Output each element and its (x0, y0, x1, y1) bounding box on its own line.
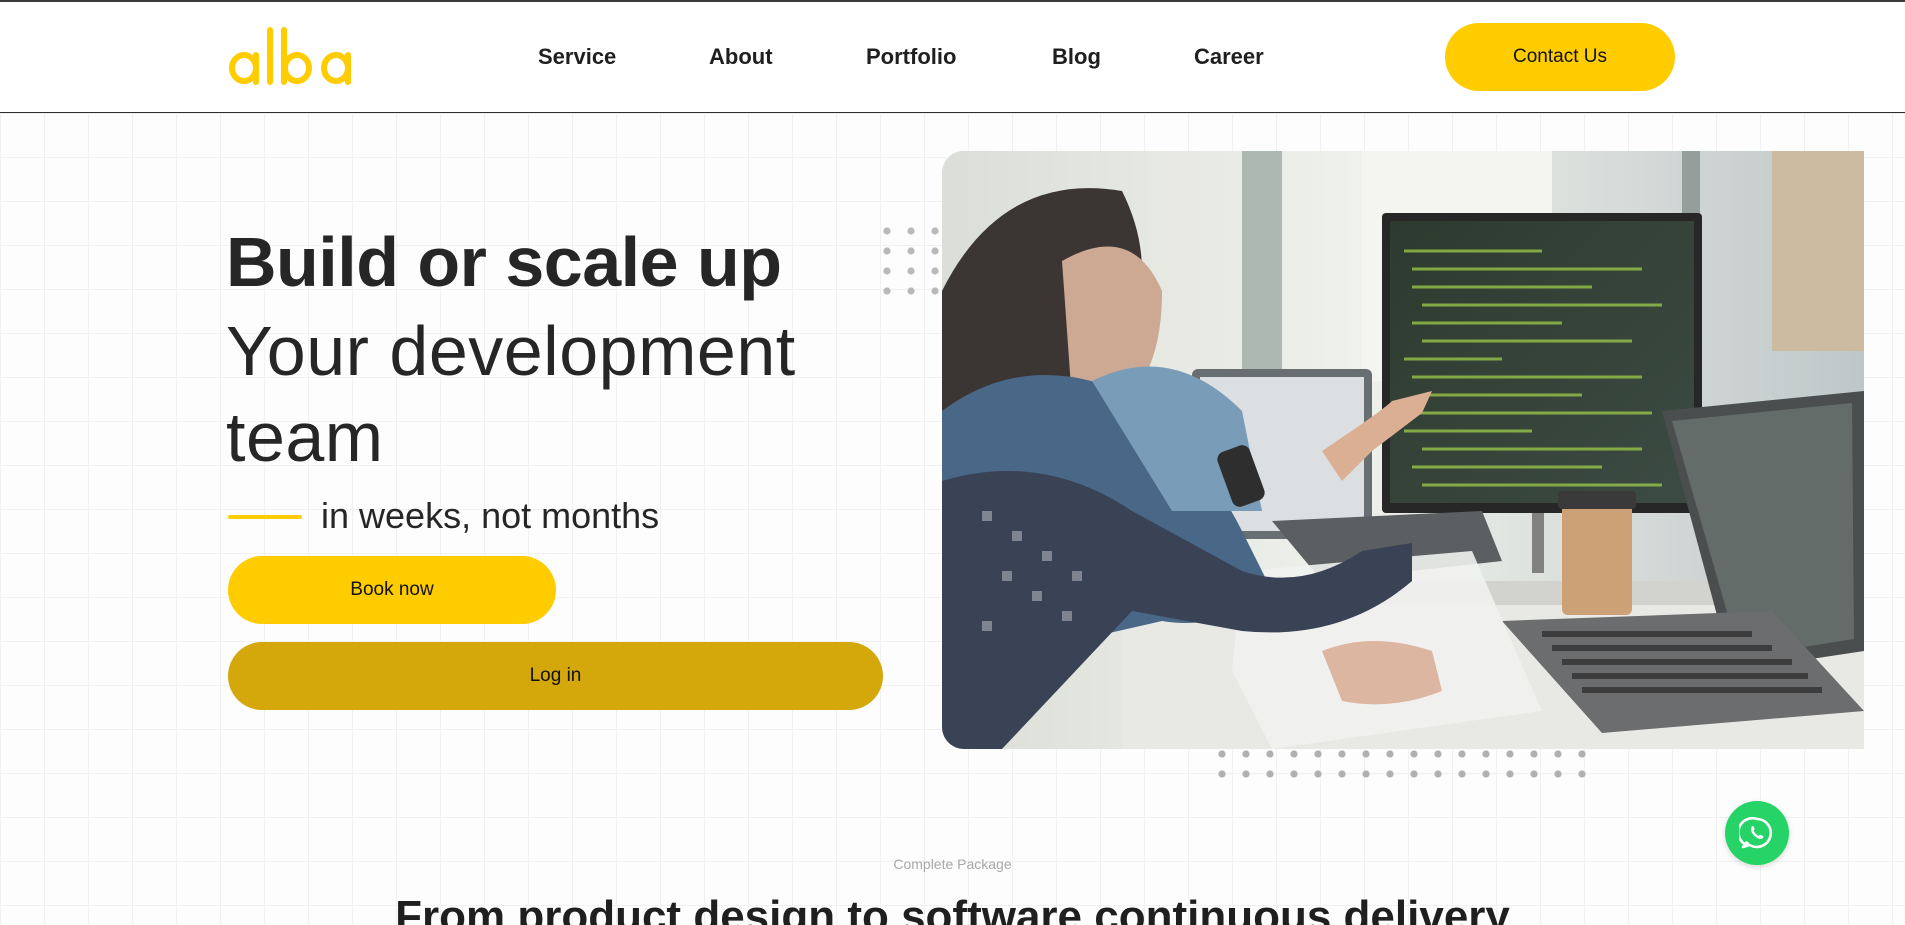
log-in-button[interactable]: Log in (228, 642, 883, 710)
tagline-accent-line (228, 515, 302, 519)
whatsapp-icon (1739, 816, 1773, 849)
section-heading: From product design to software continuo… (395, 892, 1510, 925)
book-now-button[interactable]: Book now (228, 556, 556, 624)
nav-item-blog[interactable]: Blog (1052, 43, 1101, 71)
dot-pattern-icon (880, 224, 942, 300)
section-kicker: Complete Package (893, 856, 1012, 872)
hero-title-regular: Your development team (226, 312, 796, 476)
nav-item-career[interactable]: Career (1194, 43, 1264, 71)
nav-item-about[interactable]: About (709, 43, 773, 71)
site-header: alba Service About Portfolio Blog Career… (0, 2, 1905, 113)
contact-us-button[interactable]: Contact Us (1445, 23, 1675, 91)
nav-item-portfolio[interactable]: Portfolio (866, 43, 956, 71)
nav-item-service[interactable]: Service (538, 43, 616, 71)
hero-image (942, 151, 1864, 749)
hero-title-bold: Build or scale up (226, 223, 782, 301)
dot-pattern-bottom-icon (1216, 748, 1588, 780)
hero-tagline: in weeks, not months (321, 495, 660, 536)
